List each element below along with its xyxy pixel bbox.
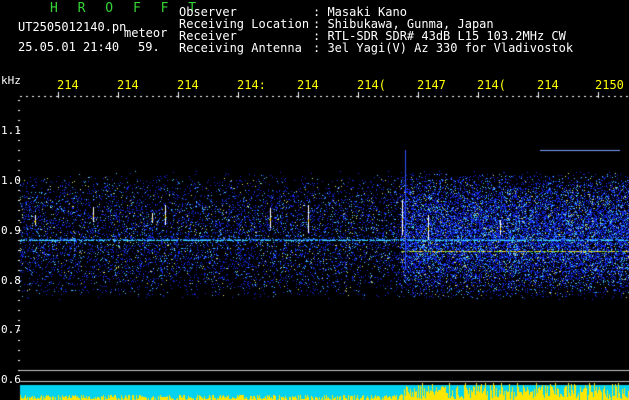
x-tick-label: 214: <box>237 78 266 92</box>
field-value-antenna: : 3el Yagi(V) Az 330 for Vladivostok <box>313 41 574 55</box>
y-tick-label: 0.6 <box>1 373 21 386</box>
datetime-label: 25.05.01 21:40 <box>18 40 120 54</box>
x-tick-label: 214 <box>117 78 139 92</box>
y-axis-unit: kHz <box>1 74 21 87</box>
x-tick-label: 214 <box>537 78 559 92</box>
filename-label: UT2505012140.pn <box>18 20 127 34</box>
count-label: 59. <box>138 40 160 54</box>
x-tick-label: 2147 <box>417 78 446 92</box>
station-label: meteor <box>124 26 168 40</box>
x-tick-label: 2150 <box>595 78 624 92</box>
x-tick-label: 214 <box>297 78 319 92</box>
x-tick-label: 214( <box>477 78 506 92</box>
y-tick-label: 1.1 <box>1 124 21 137</box>
y-tick-label: 1.0 <box>1 174 21 187</box>
y-tick-label: 0.7 <box>1 323 21 336</box>
x-tick-label: 214 <box>57 78 79 92</box>
spectrogram-canvas <box>0 0 629 400</box>
x-tick-label: 214 <box>177 78 199 92</box>
y-tick-label: 0.9 <box>1 224 21 237</box>
y-tick-label: 0.8 <box>1 274 21 287</box>
field-label-antenna: Receiving Antenna <box>179 41 302 55</box>
x-tick-label: 214( <box>357 78 386 92</box>
